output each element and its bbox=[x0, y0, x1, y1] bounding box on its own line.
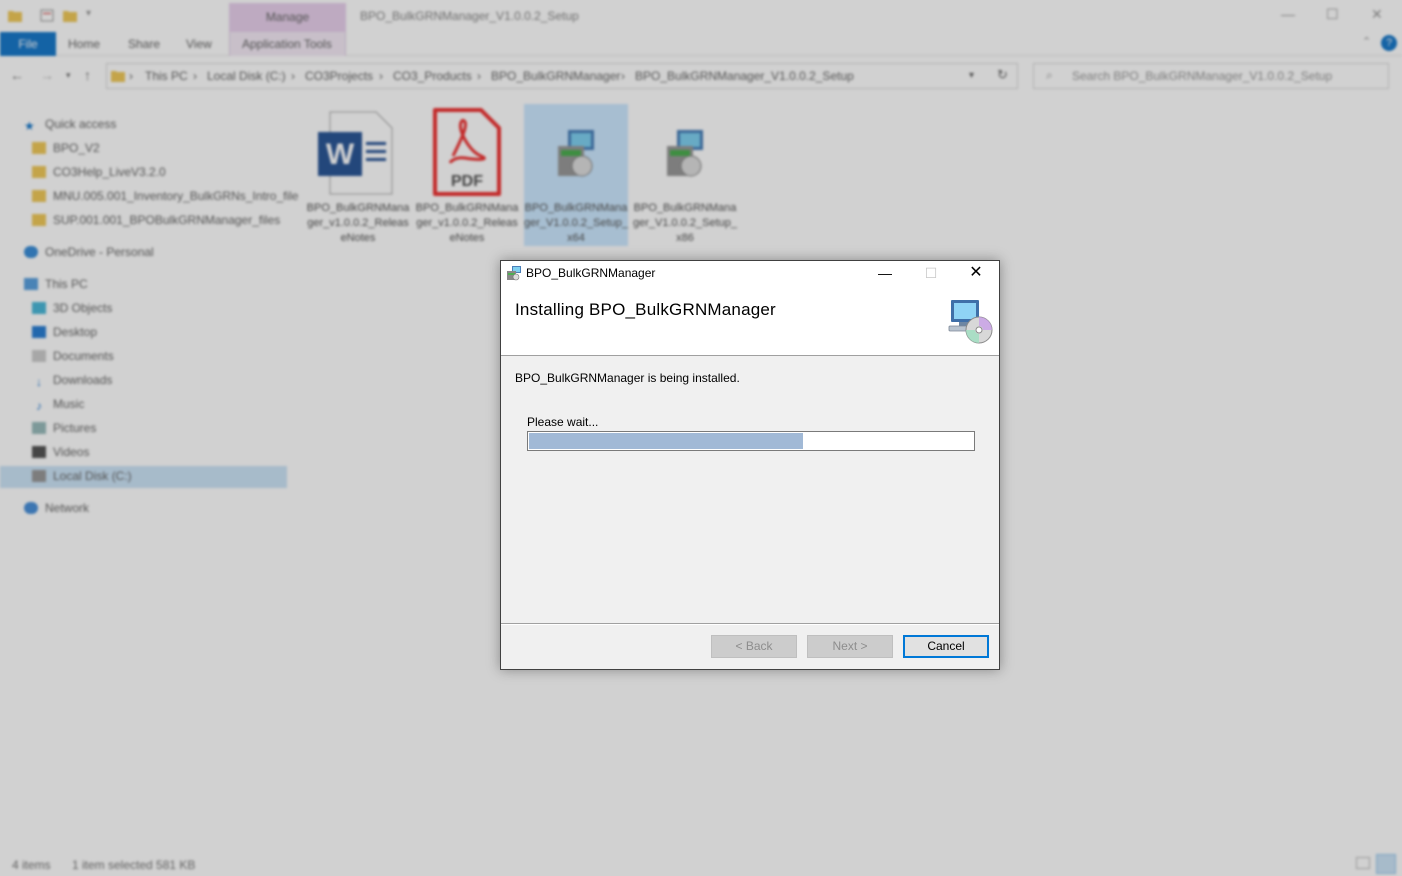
computer-cd-icon bbox=[948, 300, 993, 344]
footer-divider bbox=[501, 623, 999, 625]
install-progress-bar bbox=[527, 431, 975, 451]
back-button[interactable]: < Back bbox=[711, 635, 797, 658]
dialog-title: BPO_BulkGRNManager bbox=[526, 266, 656, 280]
please-wait-label: Please wait... bbox=[527, 415, 599, 429]
installer-dialog: BPO_BulkGRNManager — ☐ ✕ Installing BPO_… bbox=[500, 260, 1000, 670]
install-status-text: BPO_BulkGRNManager is being installed. bbox=[515, 371, 740, 385]
page-title: Installing BPO_BulkGRNManager bbox=[515, 300, 776, 319]
close-icon[interactable]: ✕ bbox=[953, 261, 999, 285]
progress-fill bbox=[529, 433, 803, 449]
dialog-header-banner: Installing BPO_BulkGRNManager bbox=[501, 285, 999, 356]
minimize-icon[interactable]: — bbox=[862, 261, 908, 285]
cancel-button[interactable]: Cancel bbox=[903, 635, 989, 658]
installer-icon bbox=[507, 266, 521, 281]
next-button[interactable]: Next > bbox=[807, 635, 893, 658]
dialog-title-bar[interactable]: BPO_BulkGRNManager — ☐ ✕ bbox=[501, 261, 999, 285]
maximize-icon: ☐ bbox=[924, 265, 938, 281]
